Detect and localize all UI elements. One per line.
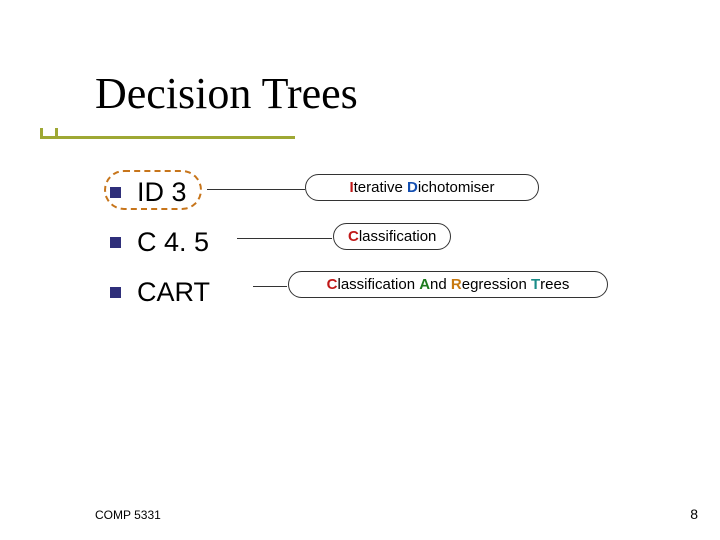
callout-char: R <box>451 276 462 293</box>
callout-char: T <box>531 276 540 293</box>
slide: Decision Trees ID 3 C 4. 5 CART Iterativ… <box>0 0 720 540</box>
callout-text: terative <box>354 179 407 196</box>
callout-text: egression <box>462 276 531 293</box>
title-underline <box>40 136 295 139</box>
callout-text: rees <box>540 276 569 293</box>
callout-text: lassification <box>338 276 420 293</box>
callout-text: ichotomiser <box>418 179 495 196</box>
callout-text: nd <box>430 276 451 293</box>
slide-number: 8 <box>690 506 698 522</box>
list-item: CART <box>110 273 210 311</box>
slide-title: Decision Trees <box>95 68 358 119</box>
callout-char: C <box>348 228 359 245</box>
callout-char: C <box>327 276 338 293</box>
connector-line <box>237 238 332 239</box>
list-item: C 4. 5 <box>110 223 210 261</box>
callout-char: A <box>419 276 430 293</box>
callout-cart: Classification And Regression Trees <box>288 271 608 298</box>
bullet-label: C 4. 5 <box>137 227 209 258</box>
connector-line <box>207 189 305 190</box>
highlight-capsule <box>104 170 202 210</box>
callout-c45: Classification <box>333 223 451 250</box>
callout-char: D <box>407 179 418 196</box>
footer-course-code: COMP 5331 <box>95 508 161 522</box>
connector-line <box>253 286 287 287</box>
square-bullet-icon <box>110 237 121 248</box>
callout-text: lassification <box>359 228 437 245</box>
square-bullet-icon <box>110 287 121 298</box>
callout-id3: Iterative Dichotomiser <box>305 174 539 201</box>
bullet-label: CART <box>137 277 210 308</box>
